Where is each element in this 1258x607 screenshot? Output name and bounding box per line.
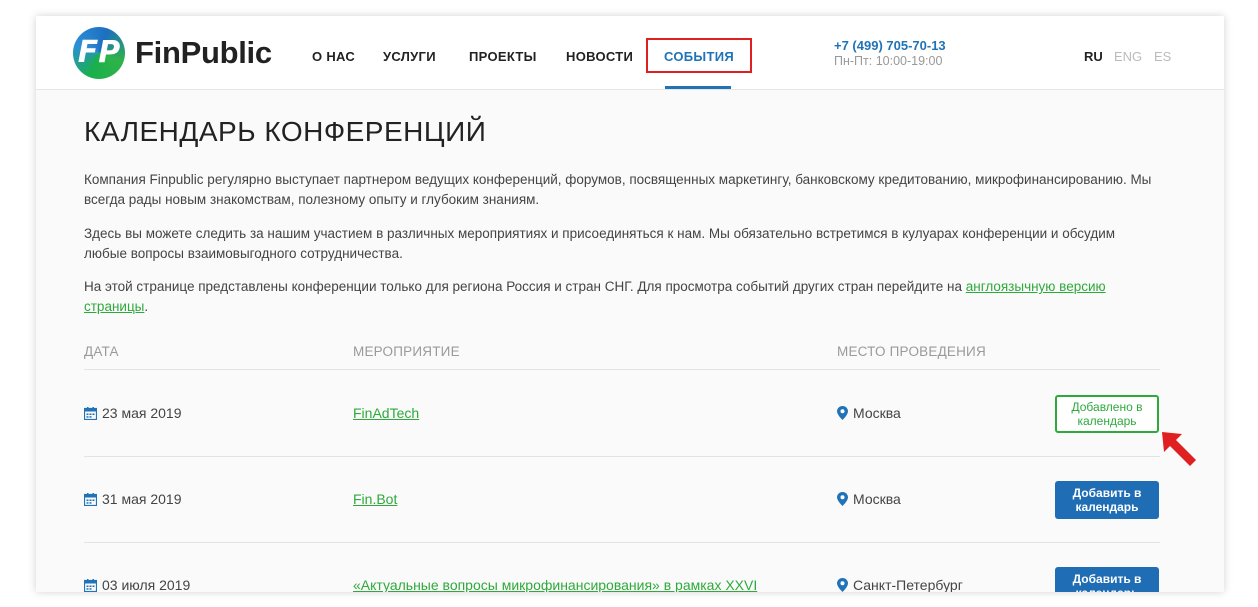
- event-link[interactable]: FinAdTech: [353, 405, 419, 421]
- lang-eng[interactable]: ENG: [1114, 49, 1142, 64]
- logo-icon: FP: [73, 27, 125, 79]
- paragraph-3-text: На этой странице представлены конференци…: [84, 279, 966, 294]
- intro-paragraph-2: Здесь вы можете следить за нашим участие…: [84, 226, 1116, 261]
- place-text: Санкт-Петербург: [853, 577, 963, 592]
- site-header: FP FinPublic О НАС УСЛУГИ ПРОЕКТЫ НОВОСТ…: [36, 16, 1224, 90]
- nav-item-projects[interactable]: ПРОЕКТЫ: [469, 49, 537, 64]
- column-header-place: МЕСТО ПРОВЕДЕНИЯ: [837, 344, 986, 359]
- map-pin-icon: [837, 578, 848, 592]
- calendar-icon: [84, 578, 97, 592]
- red-arrow-icon: [1162, 432, 1196, 466]
- phone-number[interactable]: +7 (499) 705-70-13: [834, 38, 946, 53]
- active-tab-indicator: [665, 86, 731, 89]
- column-header-event: МЕРОПРИЯТИЕ: [353, 344, 460, 359]
- event-date: 23 мая 2019: [84, 405, 182, 421]
- event-name: FinAdTech: [353, 405, 419, 421]
- nav-item-about[interactable]: О НАС: [312, 49, 355, 64]
- table-row: 23 мая 2019 FinAdTech Москва Добавлено в…: [84, 371, 1160, 457]
- date-text: 31 мая 2019: [102, 491, 182, 507]
- table-row: 03 июля 2019 «Актуальные вопросы микрофи…: [84, 543, 1160, 592]
- place-text: Москва: [853, 491, 901, 507]
- event-date: 31 мая 2019: [84, 491, 182, 507]
- add-to-calendar-button[interactable]: Добавить в календарь: [1055, 481, 1159, 519]
- nav-item-events[interactable]: СОБЫТИЯ: [664, 49, 734, 64]
- lang-ru[interactable]: RU: [1084, 49, 1103, 64]
- added-to-calendar-button[interactable]: Добавлено в календарь: [1055, 395, 1159, 433]
- logo-letters: FP: [77, 35, 121, 70]
- logo-text: FinPublic: [135, 35, 272, 70]
- main-content: КАЛЕНДАРЬ КОНФЕРЕНЦИЙ Компания Finpublic…: [84, 114, 1164, 592]
- page-frame: FP FinPublic О НАС УСЛУГИ ПРОЕКТЫ НОВОСТ…: [36, 16, 1224, 592]
- event-link[interactable]: Fin.Bot: [353, 491, 397, 507]
- place-text: Москва: [853, 405, 901, 421]
- map-pin-icon: [837, 492, 848, 506]
- contact-block: +7 (499) 705-70-13 Пн-Пт: 10:00-19:00: [834, 38, 946, 68]
- lang-es[interactable]: ES: [1154, 49, 1171, 64]
- event-name: Fin.Bot: [353, 491, 397, 507]
- event-link[interactable]: «Актуальные вопросы микрофинансирования»…: [353, 577, 757, 592]
- table-row: 31 мая 2019 Fin.Bot Москва Добавить в ка…: [84, 457, 1160, 543]
- map-pin-icon: [837, 406, 848, 420]
- event-place: Москва: [837, 405, 901, 421]
- intro-paragraph-3: На этой странице представлены конференци…: [84, 277, 1159, 317]
- paragraph-3-end: .: [144, 299, 149, 314]
- working-hours: Пн-Пт: 10:00-19:00: [834, 54, 943, 68]
- logo[interactable]: FP FinPublic: [73, 27, 272, 79]
- event-name: «Актуальные вопросы микрофинансирования»…: [353, 577, 757, 592]
- date-text: 03 июля 2019: [102, 577, 191, 592]
- add-to-calendar-button[interactable]: Добавить в календарь: [1055, 567, 1159, 592]
- calendar-icon: [84, 406, 97, 420]
- date-text: 23 мая 2019: [102, 405, 182, 421]
- nav-item-news[interactable]: НОВОСТИ: [566, 49, 633, 64]
- page-title: КАЛЕНДАРЬ КОНФЕРЕНЦИЙ: [84, 116, 487, 147]
- event-place: Москва: [837, 491, 901, 507]
- events-table-header: ДАТА МЕРОПРИЯТИЕ МЕСТО ПРОВЕДЕНИЯ: [84, 342, 1160, 370]
- intro-paragraph-1: Компания Finpublic регулярно выступает п…: [84, 172, 1152, 207]
- calendar-icon: [84, 492, 97, 506]
- nav-item-services[interactable]: УСЛУГИ: [383, 49, 436, 64]
- event-place: Санкт-Петербург: [837, 577, 963, 592]
- column-header-date: ДАТА: [84, 344, 119, 359]
- event-date: 03 июля 2019: [84, 577, 190, 592]
